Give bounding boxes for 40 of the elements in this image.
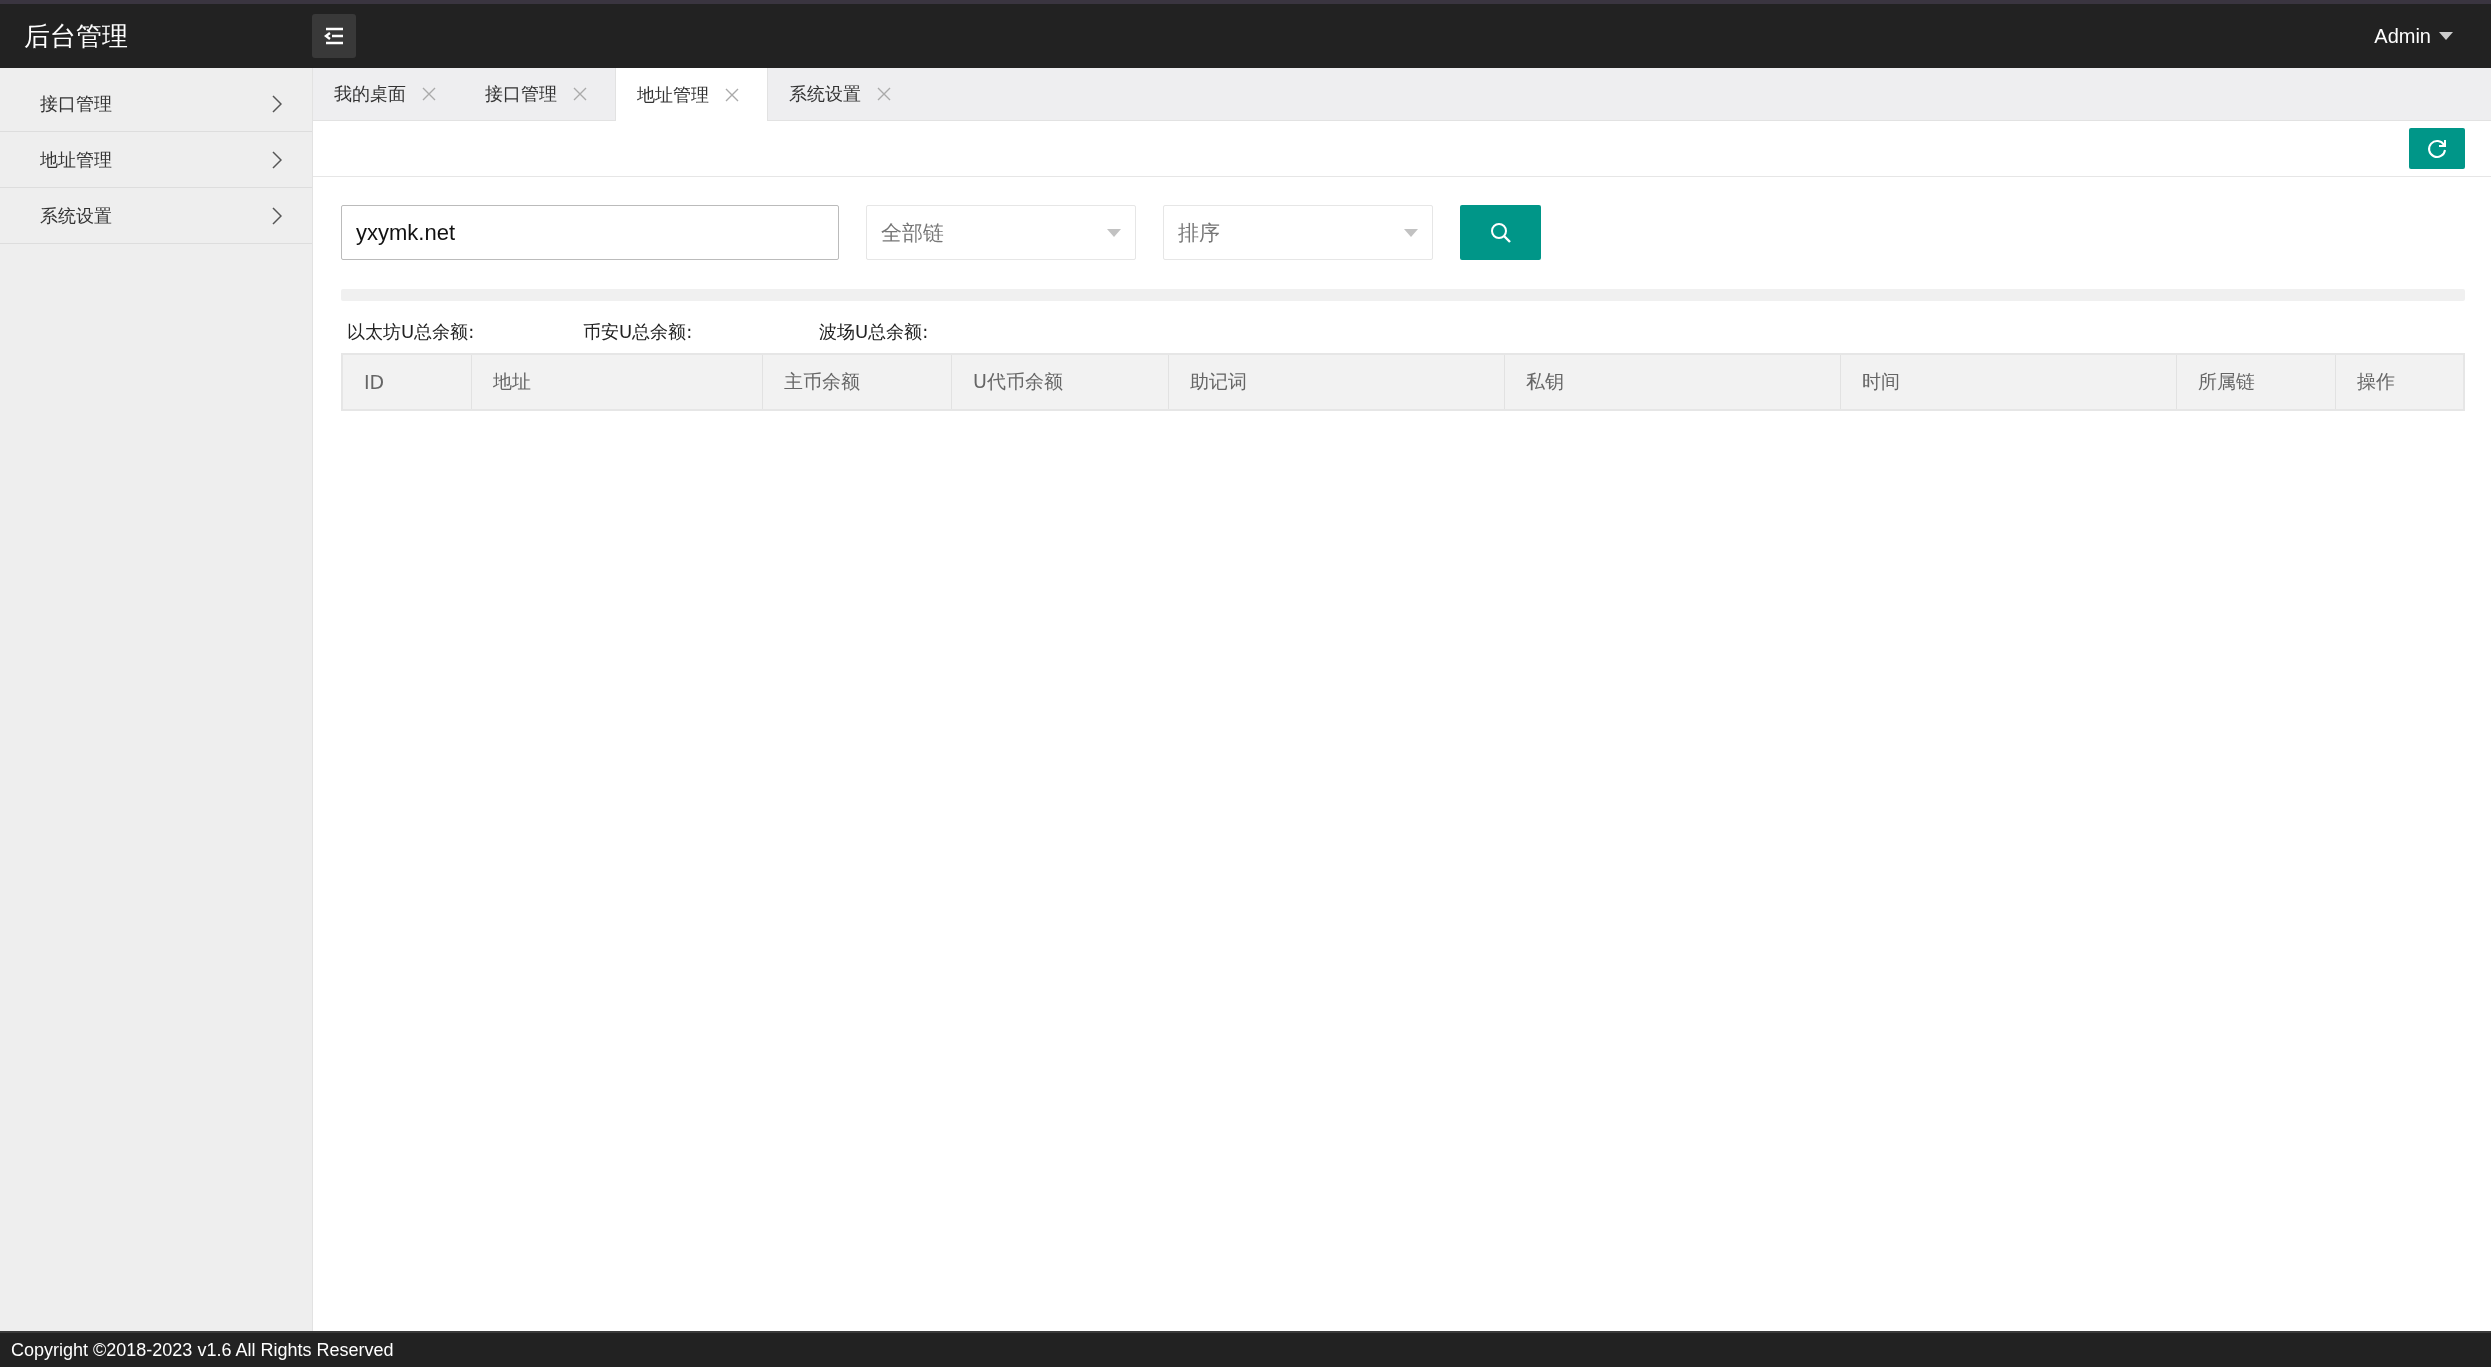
- menu-toggle-button[interactable]: [312, 14, 356, 58]
- search-icon: [1488, 220, 1513, 245]
- close-icon[interactable]: [573, 87, 587, 101]
- balance-label: 以太坊U总余额:: [347, 320, 476, 344]
- sidebar-item[interactable]: 地址管理: [0, 132, 312, 188]
- sidebar-item[interactable]: 系统设置: [0, 188, 312, 244]
- close-icon[interactable]: [725, 87, 739, 102]
- column-header: ID: [343, 355, 472, 409]
- column-header: 时间: [1841, 355, 2178, 409]
- tab[interactable]: 系统设置: [768, 68, 919, 120]
- column-header: 主币余额: [763, 355, 952, 409]
- sidebar-item[interactable]: 接口管理: [0, 76, 312, 132]
- caret-icon: [1404, 228, 1418, 237]
- search-field[interactable]: yxymk.net: [341, 205, 839, 260]
- menu-icon: [323, 27, 345, 45]
- column-header: 私钥: [1505, 355, 1842, 409]
- column-header: 所属链: [2177, 355, 2337, 409]
- caret-icon: [1107, 228, 1121, 237]
- tab[interactable]: 我的桌面: [313, 68, 464, 120]
- sort-select[interactable]: 排序: [1163, 205, 1433, 260]
- tab[interactable]: 地址管理: [615, 68, 768, 121]
- close-icon[interactable]: [422, 87, 436, 101]
- chevron-right-icon: [272, 94, 282, 113]
- close-icon[interactable]: [877, 87, 891, 101]
- balance-label: 波场U总余额:: [819, 320, 930, 344]
- refresh-button[interactable]: [2409, 128, 2465, 169]
- copyright-text: Copyright ©2018-2023 v1.6 All Rights Reserved: [11, 1339, 394, 1361]
- app-title: 后台管理: [23, 19, 129, 53]
- user-menu[interactable]: Admin: [2368, 23, 2459, 49]
- chevron-right-icon: [272, 150, 282, 169]
- tab[interactable]: 接口管理: [464, 68, 615, 120]
- chain-select[interactable]: 全部链: [866, 205, 1136, 260]
- column-header: 操作: [2356, 369, 2397, 394]
- balance-label: 币安U总余额:: [583, 320, 694, 344]
- search-button[interactable]: [1460, 205, 1541, 260]
- caret-icon: [2439, 32, 2453, 40]
- column-header: 助记词: [1168, 355, 1506, 409]
- column-header: U代币余额: [951, 355, 1169, 409]
- chevron-right-icon: [272, 206, 282, 225]
- column-header: 地址: [471, 355, 764, 409]
